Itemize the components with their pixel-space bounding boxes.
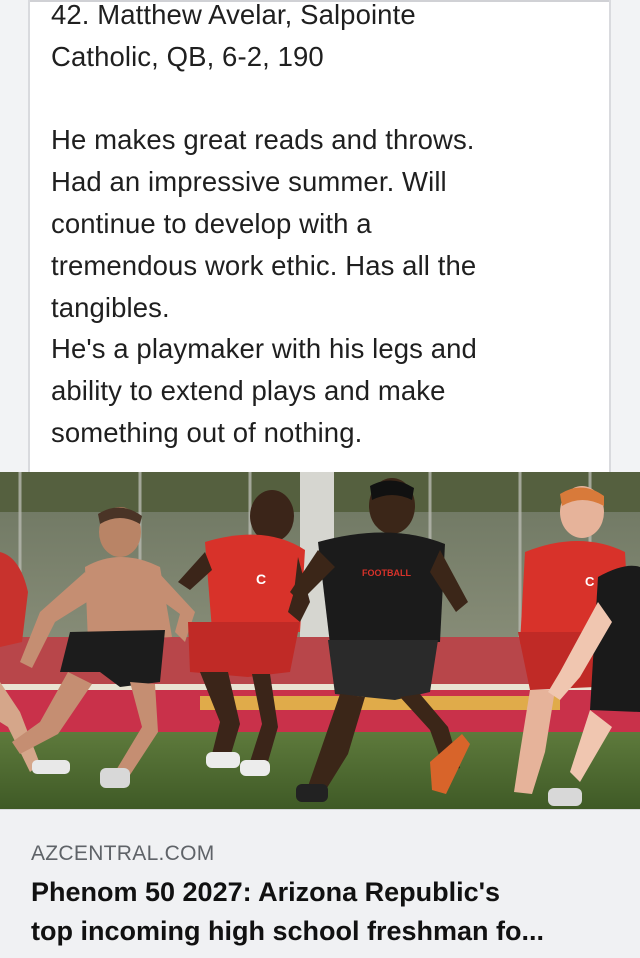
post-line: Had an impressive summer. Will: [51, 166, 447, 198]
jersey-letter: C: [256, 571, 266, 587]
post-blank-line: [51, 78, 601, 120]
post-line: He makes great reads and throws.: [51, 124, 475, 156]
post-text-card: 42. Matthew Avelar, Salpointe Catholic, …: [0, 0, 640, 472]
link-headline-line: top incoming high school freshman fo...: [31, 916, 544, 946]
post-line: ability to extend plays and make: [51, 375, 446, 407]
post-line: 42. Matthew Avelar, Salpointe: [51, 0, 416, 30]
football-practice-photo: C FOOTBALL C: [0, 472, 640, 809]
jersey-letter: C: [585, 574, 595, 589]
post-line: something out of nothing.: [51, 416, 363, 448]
link-headline[interactable]: Phenom 50 2027: Arizona Republic's top i…: [31, 873, 631, 951]
link-preview-card[interactable]: AZCENTRAL.COM Phenom 50 2027: Arizona Re…: [0, 809, 640, 958]
post-line: He's a playmaker with his legs and: [51, 333, 477, 365]
thread-rail-right: [609, 0, 611, 472]
link-domain: AZCENTRAL.COM: [31, 842, 215, 865]
post-line: Catholic, QB, 6-2, 190: [51, 40, 324, 72]
post-body: 42. Matthew Avelar, Salpointe Catholic, …: [51, 0, 601, 454]
link-preview-image[interactable]: C FOOTBALL C: [0, 472, 640, 809]
link-headline-line: Phenom 50 2027: Arizona Republic's: [31, 877, 501, 907]
shirt-text: FOOTBALL: [362, 568, 411, 578]
post-line: tremendous work ethic. Has all the: [51, 249, 477, 281]
post-line: continue to develop with a: [51, 207, 372, 239]
post-line: tangibles.: [51, 291, 170, 323]
